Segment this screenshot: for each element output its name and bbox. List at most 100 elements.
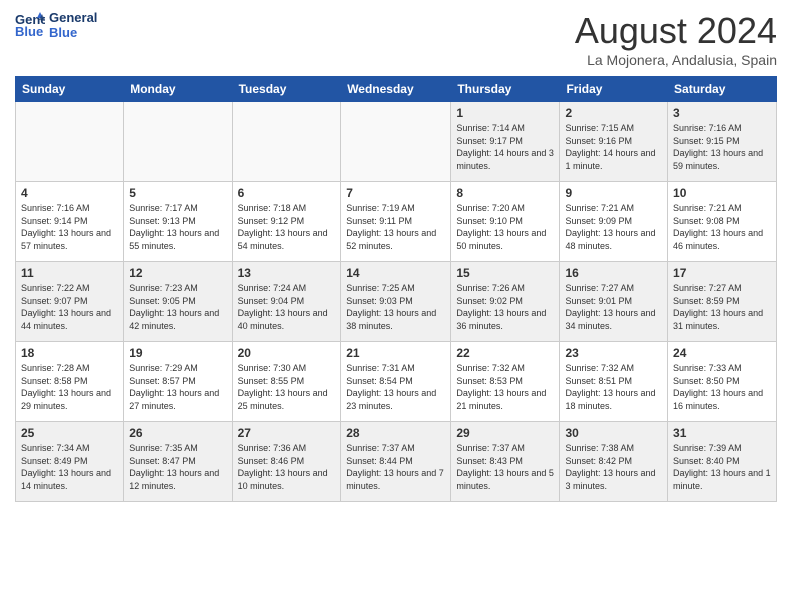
calendar-cell — [232, 102, 341, 182]
calendar-week-row: 11 Sunrise: 7:22 AMSunset: 9:07 PMDayligh… — [16, 262, 777, 342]
calendar-header-row: SundayMondayTuesdayWednesdayThursdayFrid… — [16, 77, 777, 102]
day-number: 27 — [238, 426, 336, 440]
logo-icon: General Blue — [15, 10, 45, 40]
day-number: 31 — [673, 426, 771, 440]
day-info: Sunrise: 7:35 AMSunset: 8:47 PMDaylight:… — [129, 442, 226, 492]
calendar-cell: 10 Sunrise: 7:21 AMSunset: 9:08 PMDayligh… — [668, 182, 777, 262]
day-number: 21 — [346, 346, 445, 360]
calendar-cell: 30 Sunrise: 7:38 AMSunset: 8:42 PMDayligh… — [560, 422, 668, 502]
day-info: Sunrise: 7:21 AMSunset: 9:08 PMDaylight:… — [673, 202, 771, 252]
weekday-header: Saturday — [668, 77, 777, 102]
day-info: Sunrise: 7:15 AMSunset: 9:16 PMDaylight:… — [565, 122, 662, 172]
day-number: 13 — [238, 266, 336, 280]
calendar-cell: 11 Sunrise: 7:22 AMSunset: 9:07 PMDayligh… — [16, 262, 124, 342]
day-number: 29 — [456, 426, 554, 440]
day-number: 1 — [456, 106, 554, 120]
day-info: Sunrise: 7:19 AMSunset: 9:11 PMDaylight:… — [346, 202, 445, 252]
calendar-cell: 19 Sunrise: 7:29 AMSunset: 8:57 PMDayligh… — [124, 342, 232, 422]
day-info: Sunrise: 7:21 AMSunset: 9:09 PMDaylight:… — [565, 202, 662, 252]
day-info: Sunrise: 7:31 AMSunset: 8:54 PMDaylight:… — [346, 362, 445, 412]
day-info: Sunrise: 7:14 AMSunset: 9:17 PMDaylight:… — [456, 122, 554, 172]
day-info: Sunrise: 7:36 AMSunset: 8:46 PMDaylight:… — [238, 442, 336, 492]
calendar-cell: 6Sunrise: 7:18 AMSunset: 9:12 PMDaylight… — [232, 182, 341, 262]
calendar-cell: 1 Sunrise: 7:14 AMSunset: 9:17 PMDaylight… — [451, 102, 560, 182]
calendar-cell: 16 Sunrise: 7:27 AMSunset: 9:01 PMDayligh… — [560, 262, 668, 342]
day-number: 16 — [565, 266, 662, 280]
weekday-header: Friday — [560, 77, 668, 102]
calendar-cell: 3 Sunrise: 7:16 AMSunset: 9:15 PMDaylight… — [668, 102, 777, 182]
calendar-cell: 2 Sunrise: 7:15 AMSunset: 9:16 PMDaylight… — [560, 102, 668, 182]
day-info: Sunrise: 7:37 AMSunset: 8:44 PMDaylight:… — [346, 442, 445, 492]
weekday-header: Sunday — [16, 77, 124, 102]
day-info: Sunrise: 7:27 AMSunset: 9:01 PMDaylight:… — [565, 282, 662, 332]
calendar-cell: 5 Sunrise: 7:17 AMSunset: 9:13 PMDaylight… — [124, 182, 232, 262]
day-number: 22 — [456, 346, 554, 360]
day-number: 17 — [673, 266, 771, 280]
calendar-cell: 24 Sunrise: 7:33 AMSunset: 8:50 PMDayligh… — [668, 342, 777, 422]
day-number: 14 — [346, 266, 445, 280]
day-info: Sunrise: 7:23 AMSunset: 9:05 PMDaylight:… — [129, 282, 226, 332]
title-block: August 2024 La Mojonera, Andalusia, Spai… — [575, 10, 777, 68]
day-number: 8 — [456, 186, 554, 200]
calendar-cell: 21 Sunrise: 7:31 AMSunset: 8:54 PMDayligh… — [341, 342, 451, 422]
day-number: 25 — [21, 426, 118, 440]
day-info: Sunrise: 7:32 AMSunset: 8:51 PMDaylight:… — [565, 362, 662, 412]
day-info: Sunrise: 7:22 AMSunset: 9:07 PMDaylight:… — [21, 282, 118, 332]
day-info: Sunrise: 7:25 AMSunset: 9:03 PMDaylight:… — [346, 282, 445, 332]
calendar-cell: 26Sunrise: 7:35 AMSunset: 8:47 PMDayligh… — [124, 422, 232, 502]
day-number: 23 — [565, 346, 662, 360]
weekday-header: Monday — [124, 77, 232, 102]
day-info: Sunrise: 7:29 AMSunset: 8:57 PMDaylight:… — [129, 362, 226, 412]
calendar-cell: 17 Sunrise: 7:27 AMSunset: 8:59 PMDayligh… — [668, 262, 777, 342]
calendar-cell: 27 Sunrise: 7:36 AMSunset: 8:46 PMDayligh… — [232, 422, 341, 502]
calendar-cell: 9 Sunrise: 7:21 AMSunset: 9:09 PMDaylight… — [560, 182, 668, 262]
header: General Blue General Blue August 2024 La… — [15, 10, 777, 68]
page-container: General Blue General Blue August 2024 La… — [0, 0, 792, 512]
day-info: Sunrise: 7:16 AMSunset: 9:14 PMDaylight:… — [21, 202, 118, 252]
calendar-week-row: 1 Sunrise: 7:14 AMSunset: 9:17 PMDaylight… — [16, 102, 777, 182]
day-number: 5 — [129, 186, 226, 200]
day-info: Sunrise: 7:28 AMSunset: 8:58 PMDaylight:… — [21, 362, 118, 412]
day-info: Sunrise: 7:33 AMSunset: 8:50 PMDaylight:… — [673, 362, 771, 412]
day-number: 9 — [565, 186, 662, 200]
day-info: Sunrise: 7:27 AMSunset: 8:59 PMDaylight:… — [673, 282, 771, 332]
day-info: Sunrise: 7:30 AMSunset: 8:55 PMDaylight:… — [238, 362, 336, 412]
day-number: 6 — [238, 186, 336, 200]
month-title: August 2024 — [575, 10, 777, 52]
day-info: Sunrise: 7:16 AMSunset: 9:15 PMDaylight:… — [673, 122, 771, 172]
logo-general: General — [49, 10, 97, 25]
calendar-cell: 29Sunrise: 7:37 AMSunset: 8:43 PMDayligh… — [451, 422, 560, 502]
day-number: 24 — [673, 346, 771, 360]
day-number: 20 — [238, 346, 336, 360]
location: La Mojonera, Andalusia, Spain — [575, 52, 777, 68]
calendar-cell: 4Sunrise: 7:16 AMSunset: 9:14 PMDaylight… — [16, 182, 124, 262]
day-info: Sunrise: 7:39 AMSunset: 8:40 PMDaylight:… — [673, 442, 771, 492]
day-number: 11 — [21, 266, 118, 280]
day-info: Sunrise: 7:34 AMSunset: 8:49 PMDaylight:… — [21, 442, 118, 492]
day-number: 19 — [129, 346, 226, 360]
calendar-cell: 8Sunrise: 7:20 AMSunset: 9:10 PMDaylight… — [451, 182, 560, 262]
day-number: 12 — [129, 266, 226, 280]
day-number: 7 — [346, 186, 445, 200]
day-info: Sunrise: 7:26 AMSunset: 9:02 PMDaylight:… — [456, 282, 554, 332]
calendar-cell: 12 Sunrise: 7:23 AMSunset: 9:05 PMDayligh… — [124, 262, 232, 342]
day-number: 3 — [673, 106, 771, 120]
calendar-week-row: 25 Sunrise: 7:34 AMSunset: 8:49 PMDayligh… — [16, 422, 777, 502]
calendar-cell: 7 Sunrise: 7:19 AMSunset: 9:11 PMDaylight… — [341, 182, 451, 262]
logo-blue: Blue — [49, 25, 97, 40]
calendar-week-row: 18Sunrise: 7:28 AMSunset: 8:58 PMDayligh… — [16, 342, 777, 422]
calendar-cell: 25 Sunrise: 7:34 AMSunset: 8:49 PMDayligh… — [16, 422, 124, 502]
weekday-header: Thursday — [451, 77, 560, 102]
calendar-cell: 23 Sunrise: 7:32 AMSunset: 8:51 PMDayligh… — [560, 342, 668, 422]
calendar-cell: 14 Sunrise: 7:25 AMSunset: 9:03 PMDayligh… — [341, 262, 451, 342]
weekday-header: Wednesday — [341, 77, 451, 102]
day-info: Sunrise: 7:38 AMSunset: 8:42 PMDaylight:… — [565, 442, 662, 492]
calendar-cell: 28Sunrise: 7:37 AMSunset: 8:44 PMDayligh… — [341, 422, 451, 502]
day-number: 2 — [565, 106, 662, 120]
day-number: 10 — [673, 186, 771, 200]
day-info: Sunrise: 7:17 AMSunset: 9:13 PMDaylight:… — [129, 202, 226, 252]
calendar-cell: 15Sunrise: 7:26 AMSunset: 9:02 PMDayligh… — [451, 262, 560, 342]
calendar-cell — [341, 102, 451, 182]
logo: General Blue General Blue — [15, 10, 97, 40]
day-number: 30 — [565, 426, 662, 440]
